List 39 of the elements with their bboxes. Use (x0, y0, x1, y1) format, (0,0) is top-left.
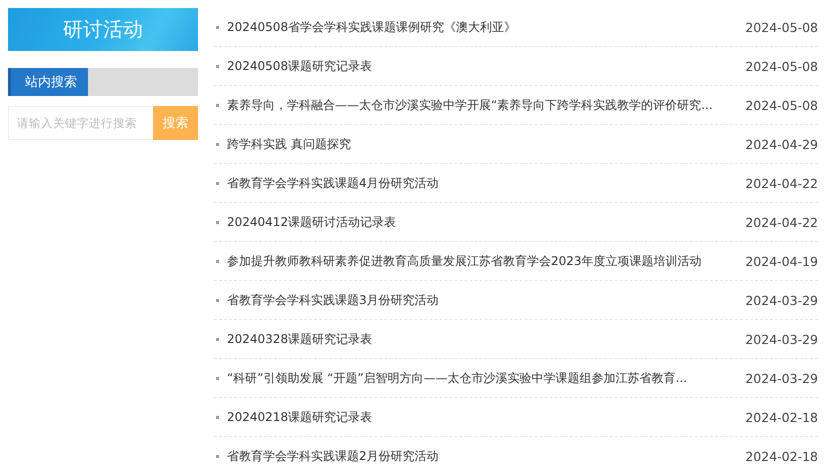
article-date: 2024-05-08 (745, 58, 818, 74)
article-link[interactable]: 20240328课题研究记录表 (227, 330, 738, 348)
article-link[interactable]: 参加提升教师教科研素养促进教育高质量发展江苏省教育学会2023年度立项课题培训活动 (227, 252, 738, 270)
bullet-icon (216, 142, 219, 146)
bullet-icon (216, 298, 219, 302)
bullet-icon (216, 26, 219, 28)
bullet-icon (216, 220, 219, 224)
article-link[interactable]: 20240412课题研讨活动记录表 (227, 214, 738, 230)
article-date: 2024-04-29 (745, 136, 818, 152)
article-link[interactable]: 20240508课题研究记录表 (227, 58, 738, 74)
bullet-icon (216, 104, 219, 106)
article-date: 2024-03-29 (745, 370, 818, 386)
bullet-icon (216, 182, 219, 184)
article-date: 2024-04-22 (745, 214, 818, 230)
article-link[interactable]: 跨学科实践 真问题探究 (227, 136, 738, 152)
article-date: 2024-05-08 (745, 98, 818, 112)
bullet-icon (216, 64, 219, 68)
bullet-icon (216, 416, 219, 418)
article-date: 2024-03-29 (745, 332, 818, 346)
article-link[interactable]: 省教育学会学科实践课题2月份研究活动 (227, 448, 738, 464)
article-link[interactable]: 20240508省学会学科实践课题课例研究《澳大利亚》 (227, 18, 738, 36)
bullet-icon (216, 454, 219, 458)
article-link[interactable]: 省教育学会学科实践课题4月份研究活动 (227, 174, 738, 192)
article-date: 2024-05-08 (745, 20, 818, 34)
article-date: 2024-04-22 (745, 176, 818, 190)
bullet-icon (216, 338, 219, 340)
search-heading: 站内搜索 (8, 68, 88, 96)
section-title: 研讨活动 (8, 8, 198, 51)
bullet-icon (216, 376, 219, 380)
article-date: 2024-03-29 (745, 292, 818, 308)
search-field[interactable]: 请输入关键字进行搜索 (8, 106, 153, 140)
article-link[interactable]: 素养导向，学科融合——太仓市沙溪实验中学开展“素养导向下跨学科实践教学的评价研究... (227, 96, 738, 114)
article-date: 2024-02-18 (745, 448, 818, 464)
article-link[interactable]: 20240218课题研究记录表 (227, 408, 738, 426)
bullet-icon (216, 260, 219, 262)
article-link[interactable]: “科研”引领助发展 “开题”启智明方向——太仓市沙溪实验中学课题组参加江苏省教育... (227, 370, 738, 386)
article-date: 2024-04-19 (745, 254, 818, 268)
article-link[interactable]: 省教育学会学科实践课题3月份研究活动 (227, 292, 738, 308)
article-date: 2024-02-18 (745, 410, 818, 424)
